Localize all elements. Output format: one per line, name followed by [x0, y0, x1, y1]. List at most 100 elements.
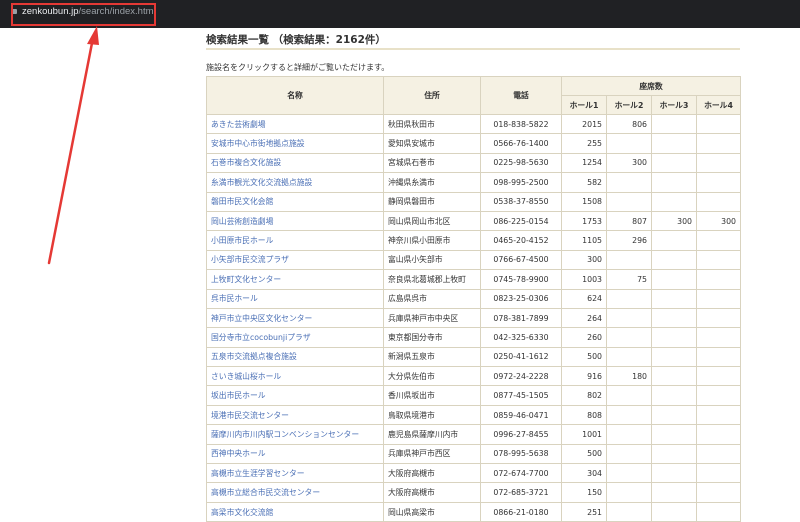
tel-cell: 0566-76-1400 [480, 133, 562, 154]
tel-cell: 0972-24-2228 [480, 366, 562, 387]
hall4-seats-cell [695, 463, 742, 484]
table-row: 小田原市民ホール 神奈川県小田原市 0465-20-4152 1105 296 [206, 230, 742, 251]
hall1-seats-cell: 1508 [561, 191, 607, 212]
facility-name-link[interactable]: 呉市民ホール [206, 288, 384, 309]
tel-cell: 0745-78-9900 [480, 269, 562, 290]
table-row: さいき城山桜ホール 大分県佐伯市 0972-24-2228 916 180 [206, 366, 742, 387]
tel-cell: 0877-45-1505 [480, 385, 562, 406]
hall1-seats-cell: 1001 [561, 424, 607, 445]
hall2-seats-cell [606, 385, 652, 406]
facility-name-link[interactable]: 薩摩川内市川内駅コンベンションセンター [206, 424, 384, 445]
page-title: 検索結果一覧 （検索結果：2162件） [206, 34, 386, 46]
hall3-seats-cell [651, 404, 697, 426]
hall1-seats-cell: 624 [561, 288, 607, 309]
address-cell: 東京都国分寺市 [383, 327, 481, 348]
address-cell: 鹿児島県薩摩川内市 [383, 424, 481, 445]
hall2-seats-cell [606, 327, 652, 348]
results-table: 名称 住所 電話 座席数 ホール1 ホール2 ホール3 ホール4 あきた芸術劇場… [206, 76, 742, 522]
facility-name-link[interactable]: 境港市民交流センター [206, 404, 384, 426]
tel-cell: 072-685-3721 [480, 482, 562, 503]
hall3-seats-cell [651, 463, 697, 484]
tel-cell: 078-381-7899 [480, 307, 562, 329]
hall3-seats-cell [651, 152, 697, 174]
facility-name-link[interactable]: 岡山芸術創造劇場 [206, 210, 384, 232]
hall3-seats-cell [651, 443, 697, 465]
hall3-seats-cell [651, 230, 697, 251]
address-cell: 神奈川県小田原市 [383, 230, 481, 251]
hall2-seats-cell [606, 288, 652, 309]
facility-name-link[interactable]: 石巻市複合文化施設 [206, 152, 384, 174]
facility-name-link[interactable]: さいき城山桜ホール [206, 366, 384, 387]
hall1-seats-cell: 300 [561, 249, 607, 271]
hall4-seats-cell [695, 307, 742, 329]
facility-name-link[interactable]: 小矢部市民交流プラザ [206, 249, 384, 271]
hall1-seats-cell: 251 [561, 501, 607, 522]
facility-name-link[interactable]: 西神中央ホール [206, 443, 384, 465]
hall2-seats-cell: 806 [606, 113, 652, 135]
hall2-seats-cell: 807 [606, 210, 652, 232]
table-row: あきた芸術劇場 秋田県秋田市 018-838-5822 2015 806 [206, 113, 742, 135]
address-cell: 新潟県五泉市 [383, 346, 481, 368]
hall3-seats-cell [651, 133, 697, 154]
facility-name-link[interactable]: 高槻市立生涯学習センター [206, 463, 384, 484]
hall2-seats-cell: 180 [606, 366, 652, 387]
hall1-seats-cell: 2015 [561, 113, 607, 135]
address-cell: 愛知県安城市 [383, 133, 481, 154]
hall1-seats-cell: 500 [561, 443, 607, 465]
hall1-seats-cell: 916 [561, 366, 607, 387]
col-header-name: 名称 [206, 76, 384, 115]
facility-name-link[interactable]: 五泉市交流拠点複合施設 [206, 346, 384, 368]
facility-name-link[interactable]: 安城市中心市街地拠点施設 [206, 133, 384, 154]
facility-name-link[interactable]: 坂出市民ホール [206, 385, 384, 406]
table-row: 石巻市複合文化施設 宮城県石巻市 0225-98-5630 1254 300 [206, 152, 742, 174]
tel-cell: 042-325-6330 [480, 327, 562, 348]
col-header-address: 住所 [383, 76, 481, 115]
tel-cell: 072-674-7700 [480, 463, 562, 484]
facility-name-link[interactable]: あきた芸術劇場 [206, 113, 384, 135]
hall2-seats-cell [606, 307, 652, 329]
address-cell: 兵庫県神戸市中央区 [383, 307, 481, 329]
tel-cell: 0250-41-1612 [480, 346, 562, 368]
hall4-seats-cell [695, 346, 742, 368]
hall2-seats-cell [606, 133, 652, 154]
facility-name-link[interactable]: 上牧町文化センター [206, 269, 384, 290]
table-row: 高槻市立総合市民交流センター 大阪府高槻市 072-685-3721 150 [206, 482, 742, 503]
facility-name-link[interactable]: 小田原市民ホール [206, 230, 384, 251]
tel-cell: 086-225-0154 [480, 210, 562, 232]
address-cell: 兵庫県神戸市西区 [383, 443, 481, 465]
table-row: 国分寺市立cocobunjiプラザ 東京都国分寺市 042-325-6330 260 [206, 327, 742, 348]
hall2-seats-cell [606, 404, 652, 426]
hall4-seats-cell [695, 172, 742, 193]
hall4-seats-cell [695, 249, 742, 271]
tel-cell: 0996-27-8455 [480, 424, 562, 445]
hall1-seats-cell: 500 [561, 346, 607, 368]
hall4-seats-cell [695, 288, 742, 309]
address-cell: 富山県小矢部市 [383, 249, 481, 271]
hall2-seats-cell [606, 424, 652, 445]
table-row: 西神中央ホール 兵庫県神戸市西区 078-995-5638 500 [206, 443, 742, 465]
tel-cell: 0538-37-8550 [480, 191, 562, 212]
table-row: 神戸市立中央区文化センター 兵庫県神戸市中央区 078-381-7899 264 [206, 307, 742, 329]
hall2-seats-cell [606, 191, 652, 212]
hall2-seats-cell: 75 [606, 269, 652, 290]
table-row: 磐田市民文化会館 静岡県磐田市 0538-37-8550 1508 [206, 191, 742, 212]
heading-divider [206, 48, 740, 50]
hall4-seats-cell [695, 191, 742, 212]
table-row: 小矢部市民交流プラザ 富山県小矢部市 0766-67-4500 300 [206, 249, 742, 271]
facility-name-link[interactable]: 糸満市観光文化交流拠点施設 [206, 172, 384, 193]
intro-text: 施設名をクリックすると詳細がご覧いただけます。 [206, 63, 390, 72]
table-row: 岡山芸術創造劇場 岡山県岡山市北区 086-225-0154 1753 807 300 30… [206, 210, 742, 232]
facility-name-link[interactable]: 神戸市立中央区文化センター [206, 307, 384, 329]
hall2-seats-cell [606, 443, 652, 465]
hall1-seats-cell: 255 [561, 133, 607, 154]
facility-name-link[interactable]: 国分寺市立cocobunjiプラザ [206, 327, 384, 348]
hall3-seats-cell [651, 288, 697, 309]
facility-name-link[interactable]: 高梁市文化交流館 [206, 501, 384, 522]
address-cell: 岡山県岡山市北区 [383, 210, 481, 232]
facility-name-link[interactable]: 磐田市民文化会館 [206, 191, 384, 212]
address-cell: 広島県呉市 [383, 288, 481, 309]
facility-name-link[interactable]: 高槻市立総合市民交流センター [206, 482, 384, 503]
hall1-seats-cell: 264 [561, 307, 607, 329]
hall1-seats-cell: 150 [561, 482, 607, 503]
hall4-seats-cell [695, 152, 742, 174]
